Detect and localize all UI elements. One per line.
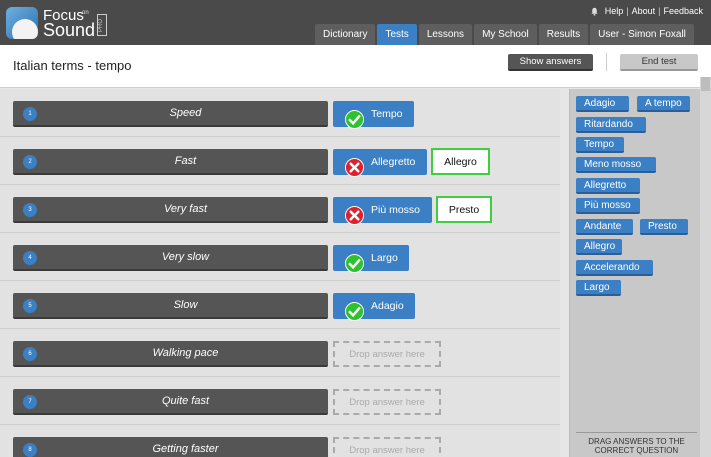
divider — [606, 53, 607, 71]
question-row: 3 Very fast Più mosso Presto — [0, 185, 560, 233]
question-prompt: 7 Quite fast — [13, 389, 328, 415]
question-row: 7 Quite fast Drop answer here — [0, 377, 560, 425]
question-number: 8 — [23, 443, 37, 457]
check-icon — [345, 254, 364, 273]
answer-chip-pi-mosso[interactable]: Più mosso — [576, 198, 640, 214]
answer-chip-allegro[interactable]: Allegro — [576, 239, 622, 255]
show-answers-button[interactable]: Show answers — [508, 54, 593, 71]
answer-bank: DRAG ANSWERS TO THE CORRECT QUESTION Ada… — [569, 89, 700, 457]
answer-chip-presto[interactable]: Presto — [640, 219, 688, 235]
logo-pro-badge: PRO — [97, 14, 107, 36]
answer-chip-a-tempo[interactable]: A tempo — [637, 96, 690, 112]
main-nav: Dictionary Tests Lessons My School Results Us… — [313, 24, 694, 45]
nav-tab-user-simon-foxall[interactable]: User - Simon Foxall — [590, 24, 694, 45]
question-prompt: 8 Getting faster — [13, 437, 328, 457]
question-number: 1 — [23, 107, 37, 121]
correct-answer-box: Allegro — [431, 148, 490, 175]
cross-icon — [345, 158, 364, 177]
question-prompt: 4 Very slow — [13, 245, 328, 271]
check-icon — [345, 110, 364, 129]
nav-tab-my-school[interactable]: My School — [474, 24, 537, 45]
question-row: 4 Very slow Largo — [0, 233, 560, 281]
question-row: 6 Walking pace Drop answer here — [0, 329, 560, 377]
top-bar: Focus Sound on PRO Help | About | Feedba… — [0, 0, 711, 45]
question-text: Getting faster — [152, 443, 219, 455]
question-row: 2 Fast Allegretto Allegro — [0, 137, 560, 185]
question-number: 5 — [23, 299, 37, 313]
answer-chip-andante[interactable]: Andante — [576, 219, 633, 235]
feedback-link[interactable]: Feedback — [663, 6, 703, 16]
answer-chip-allegretto[interactable]: Allegretto — [576, 178, 640, 194]
about-link[interactable]: About — [632, 6, 656, 16]
drop-zone[interactable]: Drop answer here — [333, 341, 441, 367]
bell-icon[interactable] — [590, 7, 599, 16]
nav-tab-results[interactable]: Results — [538, 24, 589, 45]
question-text: Very slow — [161, 251, 210, 263]
question-prompt: 5 Slow — [13, 293, 328, 319]
question-list: 1 Speed Tempo 2 Fast Allegretto Allegro 3 Very f… — [0, 89, 560, 457]
nav-tab-tests[interactable]: Tests — [377, 24, 417, 45]
question-number: 4 — [23, 251, 37, 265]
answer-chip-tempo[interactable]: Tempo — [576, 137, 624, 153]
question-number: 6 — [23, 347, 37, 361]
top-links: Help | About | Feedback — [590, 4, 703, 18]
question-prompt: 6 Walking pace — [13, 341, 328, 367]
question-text: Fast — [174, 155, 197, 167]
question-number: 3 — [23, 203, 37, 217]
help-link[interactable]: Help — [605, 6, 624, 16]
scrollbar-thumb[interactable] — [701, 77, 710, 91]
question-text: Walking pace — [152, 347, 219, 359]
answer-chip-accelerando[interactable]: Accelerando — [576, 260, 653, 276]
answer-chip-meno-mosso[interactable]: Meno mosso — [576, 157, 656, 173]
question-text: Quite fast — [161, 395, 210, 407]
question-text: Very fast — [164, 203, 207, 215]
nav-tab-dictionary[interactable]: Dictionary — [315, 24, 376, 45]
question-prompt: 2 Fast — [13, 149, 328, 175]
drop-zone[interactable]: Drop answer here — [333, 389, 441, 415]
question-row: 1 Speed Tempo — [0, 89, 560, 137]
answer-chip-largo[interactable]: Largo — [576, 280, 621, 296]
page-title: Italian terms - tempo — [13, 58, 132, 73]
correct-answer-box: Presto — [436, 196, 492, 223]
link-separator: | — [658, 6, 661, 16]
end-test-button[interactable]: End test — [620, 54, 698, 71]
test-header: Italian terms - tempo Show answers End t… — [0, 45, 711, 88]
scrollbar[interactable] — [700, 77, 711, 457]
check-icon — [345, 302, 364, 321]
logo-text-sound: Sound — [43, 20, 96, 40]
cross-icon — [345, 206, 364, 225]
question-prompt: 1 Speed — [13, 101, 328, 127]
drop-zone[interactable]: Drop answer here — [333, 437, 441, 457]
answer-chip-adagio[interactable]: Adagio — [576, 96, 629, 112]
bank-instructions: DRAG ANSWERS TO THE CORRECT QUESTION — [576, 432, 697, 455]
question-row: 5 Slow Adagio — [0, 281, 560, 329]
logo-icon — [6, 7, 38, 39]
answer-chip-ritardando[interactable]: Ritardando — [576, 117, 646, 133]
question-text: Slow — [173, 299, 198, 311]
question-text: Speed — [169, 107, 202, 119]
question-number: 2 — [23, 155, 37, 169]
logo-text-on: on — [82, 10, 89, 16]
link-separator: | — [626, 6, 629, 16]
question-number: 7 — [23, 395, 37, 409]
question-row: 8 Getting faster Drop answer here — [0, 425, 560, 457]
question-prompt: 3 Very fast — [13, 197, 328, 223]
nav-tab-lessons[interactable]: Lessons — [418, 24, 473, 45]
